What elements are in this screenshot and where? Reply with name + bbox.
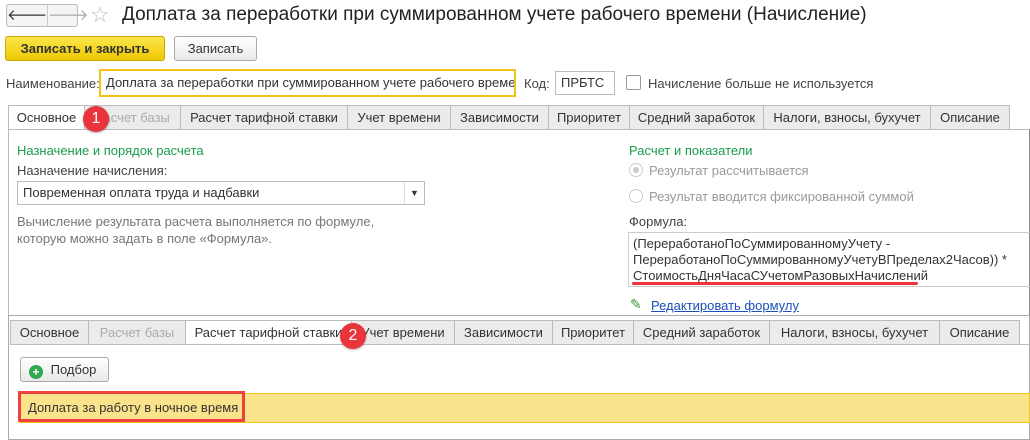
- formula-label: Формула:: [629, 214, 688, 229]
- radio-label: Результат рассчитывается: [649, 163, 809, 178]
- tab-desc[interactable]: Описание: [940, 320, 1020, 345]
- tab-priority[interactable]: Приоритет: [553, 320, 634, 345]
- tab-deps[interactable]: Зависимости: [451, 105, 549, 130]
- radio-fixed[interactable]: Результат вводится фиксированной суммой: [629, 189, 914, 204]
- tab-main[interactable]: Основное: [8, 105, 85, 130]
- plus-icon: +: [29, 365, 43, 379]
- edit-formula-link[interactable]: Редактировать формулу: [651, 298, 799, 313]
- row-text: Доплата за работу в ночное время: [28, 400, 239, 415]
- forward-button[interactable]: 🡒: [47, 5, 88, 26]
- pick-button[interactable]: + Подбор: [20, 357, 109, 382]
- formula-line: ПереработаноПоСуммированномуУчетуВПредел…: [633, 252, 1007, 267]
- tab-time[interactable]: Учет времени: [348, 105, 451, 130]
- hint-line: которую можно задать в поле «Формула».: [17, 231, 273, 246]
- tab-base[interactable]: Расчет базы: [89, 320, 186, 345]
- code-label: Код:: [524, 76, 550, 91]
- formula-hint: Вычисление результата расчета выполняетс…: [17, 213, 374, 247]
- back-button[interactable]: 🡐: [7, 5, 47, 26]
- tab-taxes[interactable]: Налоги, взносы, бухучет: [770, 320, 940, 345]
- save-close-button[interactable]: Записать и закрыть: [5, 36, 165, 61]
- tabs-bottom: Основное Расчет базы Расчет тарифной ста…: [10, 320, 1020, 345]
- section-calc-title: Расчет и показатели: [629, 143, 753, 158]
- formula-line: (ПереработаноПоСуммированномуУчету -: [633, 236, 891, 251]
- tab-avg[interactable]: Средний заработок: [634, 320, 770, 345]
- pencil-icon: ✎: [630, 296, 642, 312]
- nav-buttons: 🡐 🡒: [6, 4, 88, 27]
- tab-main[interactable]: Основное: [10, 320, 89, 345]
- step-badge-2: 2: [340, 323, 366, 349]
- radio-icon: [629, 163, 643, 177]
- highlight-underline: [632, 282, 918, 285]
- tab-desc[interactable]: Описание: [931, 105, 1010, 130]
- name-label: Наименование:: [6, 76, 100, 91]
- formula-field[interactable]: (ПереработаноПоСуммированномуУчету - Пер…: [628, 232, 1030, 287]
- window-title: Доплата за переработки при суммированном…: [122, 4, 867, 25]
- dropdown-arrow-icon[interactable]: ▼: [404, 182, 424, 204]
- tab-time[interactable]: Учет времени: [352, 320, 455, 345]
- section-purpose-title: Назначение и порядок расчета: [17, 143, 204, 158]
- tabs-top: Основное Расчет базы Расчет тарифной ста…: [8, 105, 1010, 130]
- save-button[interactable]: Записать: [174, 36, 257, 61]
- unused-checkbox[interactable]: [626, 75, 641, 90]
- tab-deps[interactable]: Зависимости: [455, 320, 553, 345]
- name-input[interactable]: Доплата за переработки при суммированном…: [99, 69, 516, 97]
- hint-line: Вычисление результата расчета выполняетс…: [17, 214, 375, 229]
- tab-avg[interactable]: Средний заработок: [630, 105, 764, 130]
- purpose-label: Назначение начисления:: [17, 163, 168, 178]
- purpose-select[interactable]: Повременная оплата труда и надбавки ▼: [17, 181, 425, 205]
- step-badge-1: 1: [83, 106, 109, 132]
- radio-icon: [629, 189, 643, 203]
- radio-calculated[interactable]: Результат рассчитывается: [629, 163, 809, 178]
- tab-rate[interactable]: Расчет тарифной ставки: [181, 105, 348, 130]
- divider: [10, 344, 1030, 345]
- code-input[interactable]: ПРБТС: [555, 71, 615, 95]
- tab-rate[interactable]: Расчет тарифной ставки: [186, 320, 352, 345]
- tab-taxes[interactable]: Налоги, взносы, бухучет: [764, 105, 931, 130]
- purpose-value: Повременная оплата труда и надбавки: [23, 185, 260, 200]
- favorite-star-icon[interactable]: ☆: [90, 2, 110, 28]
- tab-priority[interactable]: Приоритет: [549, 105, 630, 130]
- radio-label: Результат вводится фиксированной суммой: [649, 189, 914, 204]
- pick-button-label: Подбор: [50, 362, 97, 377]
- unused-label: Начисление больше не используется: [648, 76, 874, 91]
